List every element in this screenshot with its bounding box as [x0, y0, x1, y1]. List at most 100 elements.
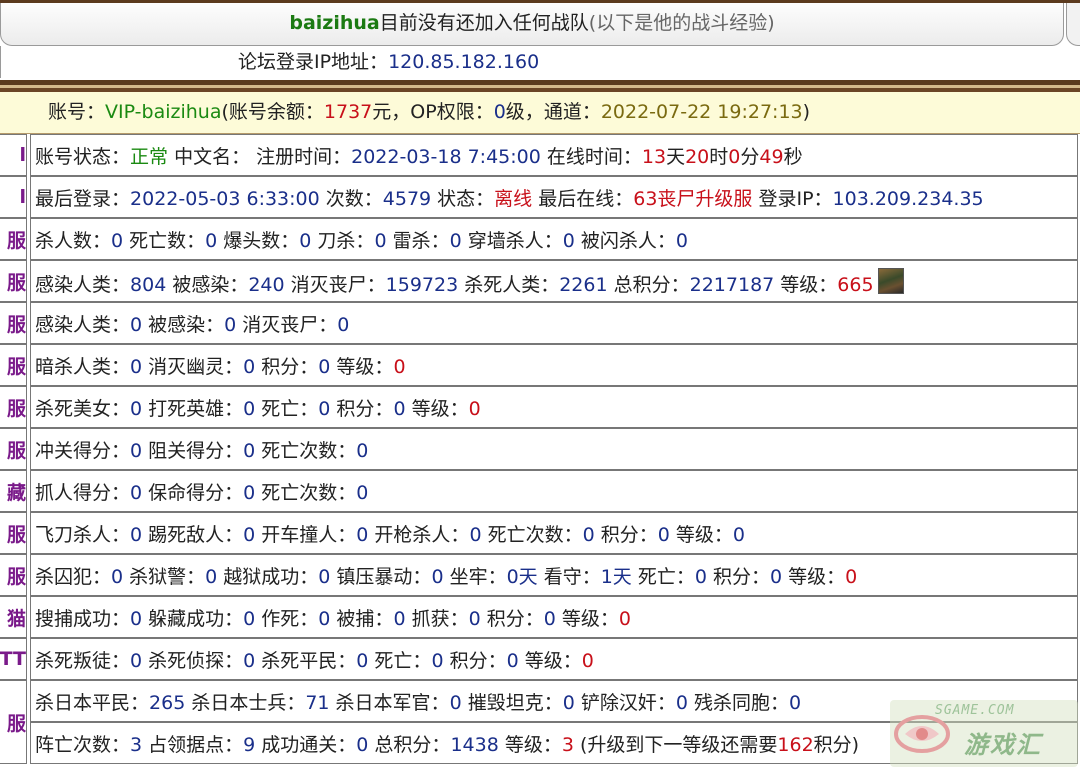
watermark-logo-icon: [894, 715, 950, 753]
stat-value: 0: [243, 356, 256, 378]
stat-label: 杀死侦探：: [142, 650, 244, 672]
stat-label: 躲藏成功：: [142, 608, 244, 630]
stat-value: 13: [641, 146, 667, 168]
stat-value: 0: [111, 566, 124, 588]
stat-label: 积分：: [255, 356, 319, 378]
stat-label: 消灭幽灵：: [142, 356, 244, 378]
row-tag: TT: [0, 638, 27, 680]
stat-label: 杀狱警：: [123, 566, 206, 588]
stat-value: 0: [356, 524, 369, 546]
balance-unit: 元，: [372, 101, 411, 123]
stat-label: 开枪杀人：: [368, 524, 470, 546]
stat-value: 0: [618, 608, 631, 630]
stat-value: 0: [788, 692, 802, 714]
stat-value: 0: [243, 524, 256, 546]
account-name: VIP-baizihua: [105, 101, 222, 123]
stat-value: 0: [337, 314, 350, 336]
stat-label: 坐牢：: [443, 566, 507, 588]
stat-label: 作死：: [255, 608, 319, 630]
stat-value: 0: [243, 398, 256, 420]
stat-value: 2217187: [689, 274, 775, 296]
stat-label: 杀日本平民：: [35, 692, 150, 714]
stat-value: 0: [356, 482, 369, 504]
page-header: baizihua目前没有还加入任何战队(以下是他的战斗经验): [0, 3, 1064, 46]
level-avatar-icon: [877, 268, 904, 294]
stat-value: 0: [562, 230, 575, 252]
stat-value: 0: [243, 650, 256, 672]
stat-label: 账号状态：: [35, 146, 131, 168]
stat-label: 保命得分：: [142, 482, 244, 504]
stat-label: 搜捕成功：: [35, 608, 131, 630]
stat-label: 等级：: [518, 650, 582, 672]
stat-label: 总积分：: [368, 734, 451, 756]
stat-value: 0: [318, 398, 331, 420]
stat-label: 中文名： 注册时间：: [168, 146, 352, 168]
player-name[interactable]: baizihua: [289, 12, 379, 34]
stat-label: 积分：: [330, 398, 394, 420]
stat-value: 0: [130, 440, 143, 462]
forum-ip-label: 论坛登录IP地址：: [238, 51, 389, 73]
stat-value: 0: [243, 440, 256, 462]
stat-value: 0: [130, 608, 143, 630]
stat-value: 3: [561, 734, 574, 756]
stat-label: 杀日本士兵：: [185, 692, 306, 714]
stat-value: 0: [506, 650, 519, 672]
stat-value: 0: [728, 146, 741, 168]
stat-label: 抓人得分：: [35, 482, 131, 504]
row-tag: 服: [0, 302, 27, 344]
row-tag: 服: [0, 428, 27, 470]
stat-value: 0: [694, 566, 707, 588]
stat-value: 0: [562, 692, 575, 714]
stat-value: 0: [431, 566, 444, 588]
stat-label: 死亡：: [255, 398, 319, 420]
stat-label: 杀囚犯：: [35, 566, 112, 588]
stat-label: 杀死美女：: [35, 398, 131, 420]
stat-label: 积分：: [594, 524, 658, 546]
row-tag: 服: [0, 260, 27, 302]
stat-value: 162: [777, 734, 814, 756]
stat-value: 0: [243, 482, 256, 504]
stat-label: 越狱成功：: [217, 566, 319, 588]
stat-label: 时: [709, 146, 729, 168]
stats-row: 杀囚犯：0 杀狱警：0 越狱成功：0 镇压暴动：0 坐牢：0天 看守：1天 死亡…: [30, 554, 1078, 596]
stat-label: 踢死敌人：: [142, 524, 244, 546]
stat-label: 杀死平民：: [255, 650, 357, 672]
stat-value: 0: [468, 398, 481, 420]
stat-label: 积分): [813, 734, 860, 756]
stat-label: 死亡数：: [123, 230, 206, 252]
stat-value: 0: [543, 608, 556, 630]
stat-value: 0: [111, 230, 124, 252]
stat-label: 刀杀：: [311, 230, 375, 252]
stat-value: 2022-03-18 7:45:00: [351, 146, 541, 168]
stat-value: 0: [393, 608, 406, 630]
stat-value: 0: [675, 230, 688, 252]
stats-row: 杀死美女：0 打死英雄：0 死亡：0 积分：0 等级：0: [30, 386, 1078, 428]
channel-label: 通道：: [543, 101, 601, 123]
balance-label: (账号余额：: [221, 101, 324, 123]
stat-label: 等级：: [555, 608, 619, 630]
stat-value: 0: [130, 650, 143, 672]
stat-label: 死亡：: [368, 650, 432, 672]
header-note: (以下是他的战斗经验): [588, 12, 775, 34]
stat-label: 死亡次数：: [255, 482, 357, 504]
stat-value: 49: [759, 146, 784, 168]
stat-label: 积分：: [443, 650, 507, 672]
stat-value: 2022-05-03 6:33:00: [130, 188, 320, 210]
row-tag: 服: [0, 554, 27, 596]
watermark-brand: 游戏汇: [964, 731, 1042, 759]
header-tab-edge: [1066, 3, 1080, 46]
stat-value: 103.209.234.35: [832, 188, 984, 210]
stat-value: 0: [243, 608, 256, 630]
stat-label: 爆头数：: [217, 230, 300, 252]
stat-label: 阵亡次数：: [35, 734, 131, 756]
row-tag: 猫: [0, 596, 27, 638]
stat-value: 159723: [385, 274, 459, 296]
stat-value: 0: [356, 734, 369, 756]
stat-label: 死亡次数：: [255, 440, 357, 462]
stat-value: 0: [130, 398, 143, 420]
stat-label: 等级：: [498, 734, 562, 756]
stat-value: 0: [393, 398, 406, 420]
stat-label: 杀人数：: [35, 230, 112, 252]
stat-label: 阻关得分：: [142, 440, 244, 462]
stat-label: 状态：: [431, 188, 495, 210]
